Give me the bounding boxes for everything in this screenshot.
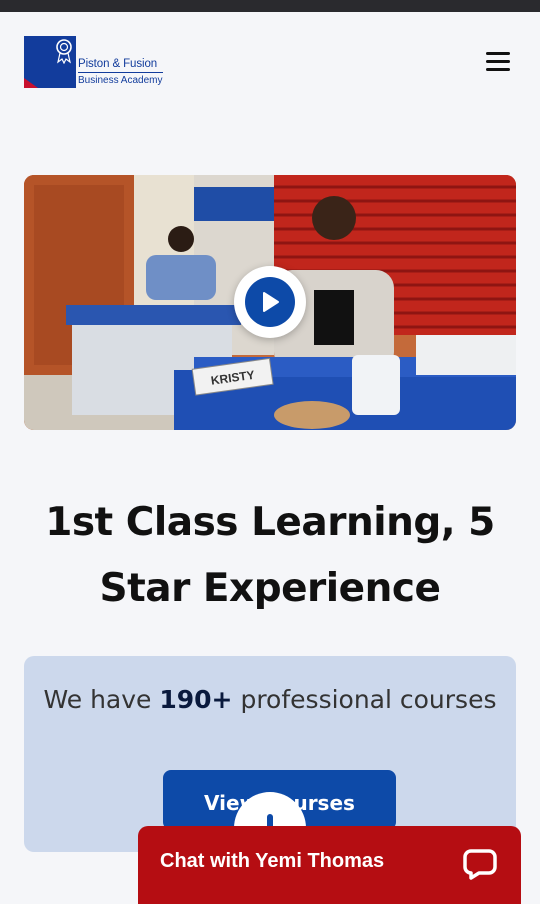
rosette-icon (56, 39, 72, 64)
play-button[interactable] (234, 266, 306, 338)
page-headline: 1st Class Learning, 5 Star Experience (45, 500, 495, 611)
chat-label: Chat with Yemi Thomas (160, 850, 385, 872)
hamburger-menu-icon[interactable] (486, 52, 512, 74)
hero-video[interactable]: KRISTY (24, 175, 516, 430)
courses-text: We have 190+ professional courses (43, 685, 497, 714)
chat-bubble-icon (463, 849, 497, 880)
status-bar (0, 0, 540, 12)
logo-emblem (24, 36, 76, 88)
play-icon (245, 277, 295, 327)
logo-title: Piston & Fusion (78, 58, 158, 70)
academy-logo[interactable]: Piston & Fusion Business Academy (24, 36, 163, 88)
chat-widget[interactable]: Chat with Yemi Thomas (138, 826, 521, 904)
course-count: 190+ (159, 685, 233, 714)
site-header: Piston & Fusion Business Academy (0, 12, 540, 112)
logo-subtitle: Business Academy (78, 72, 163, 87)
